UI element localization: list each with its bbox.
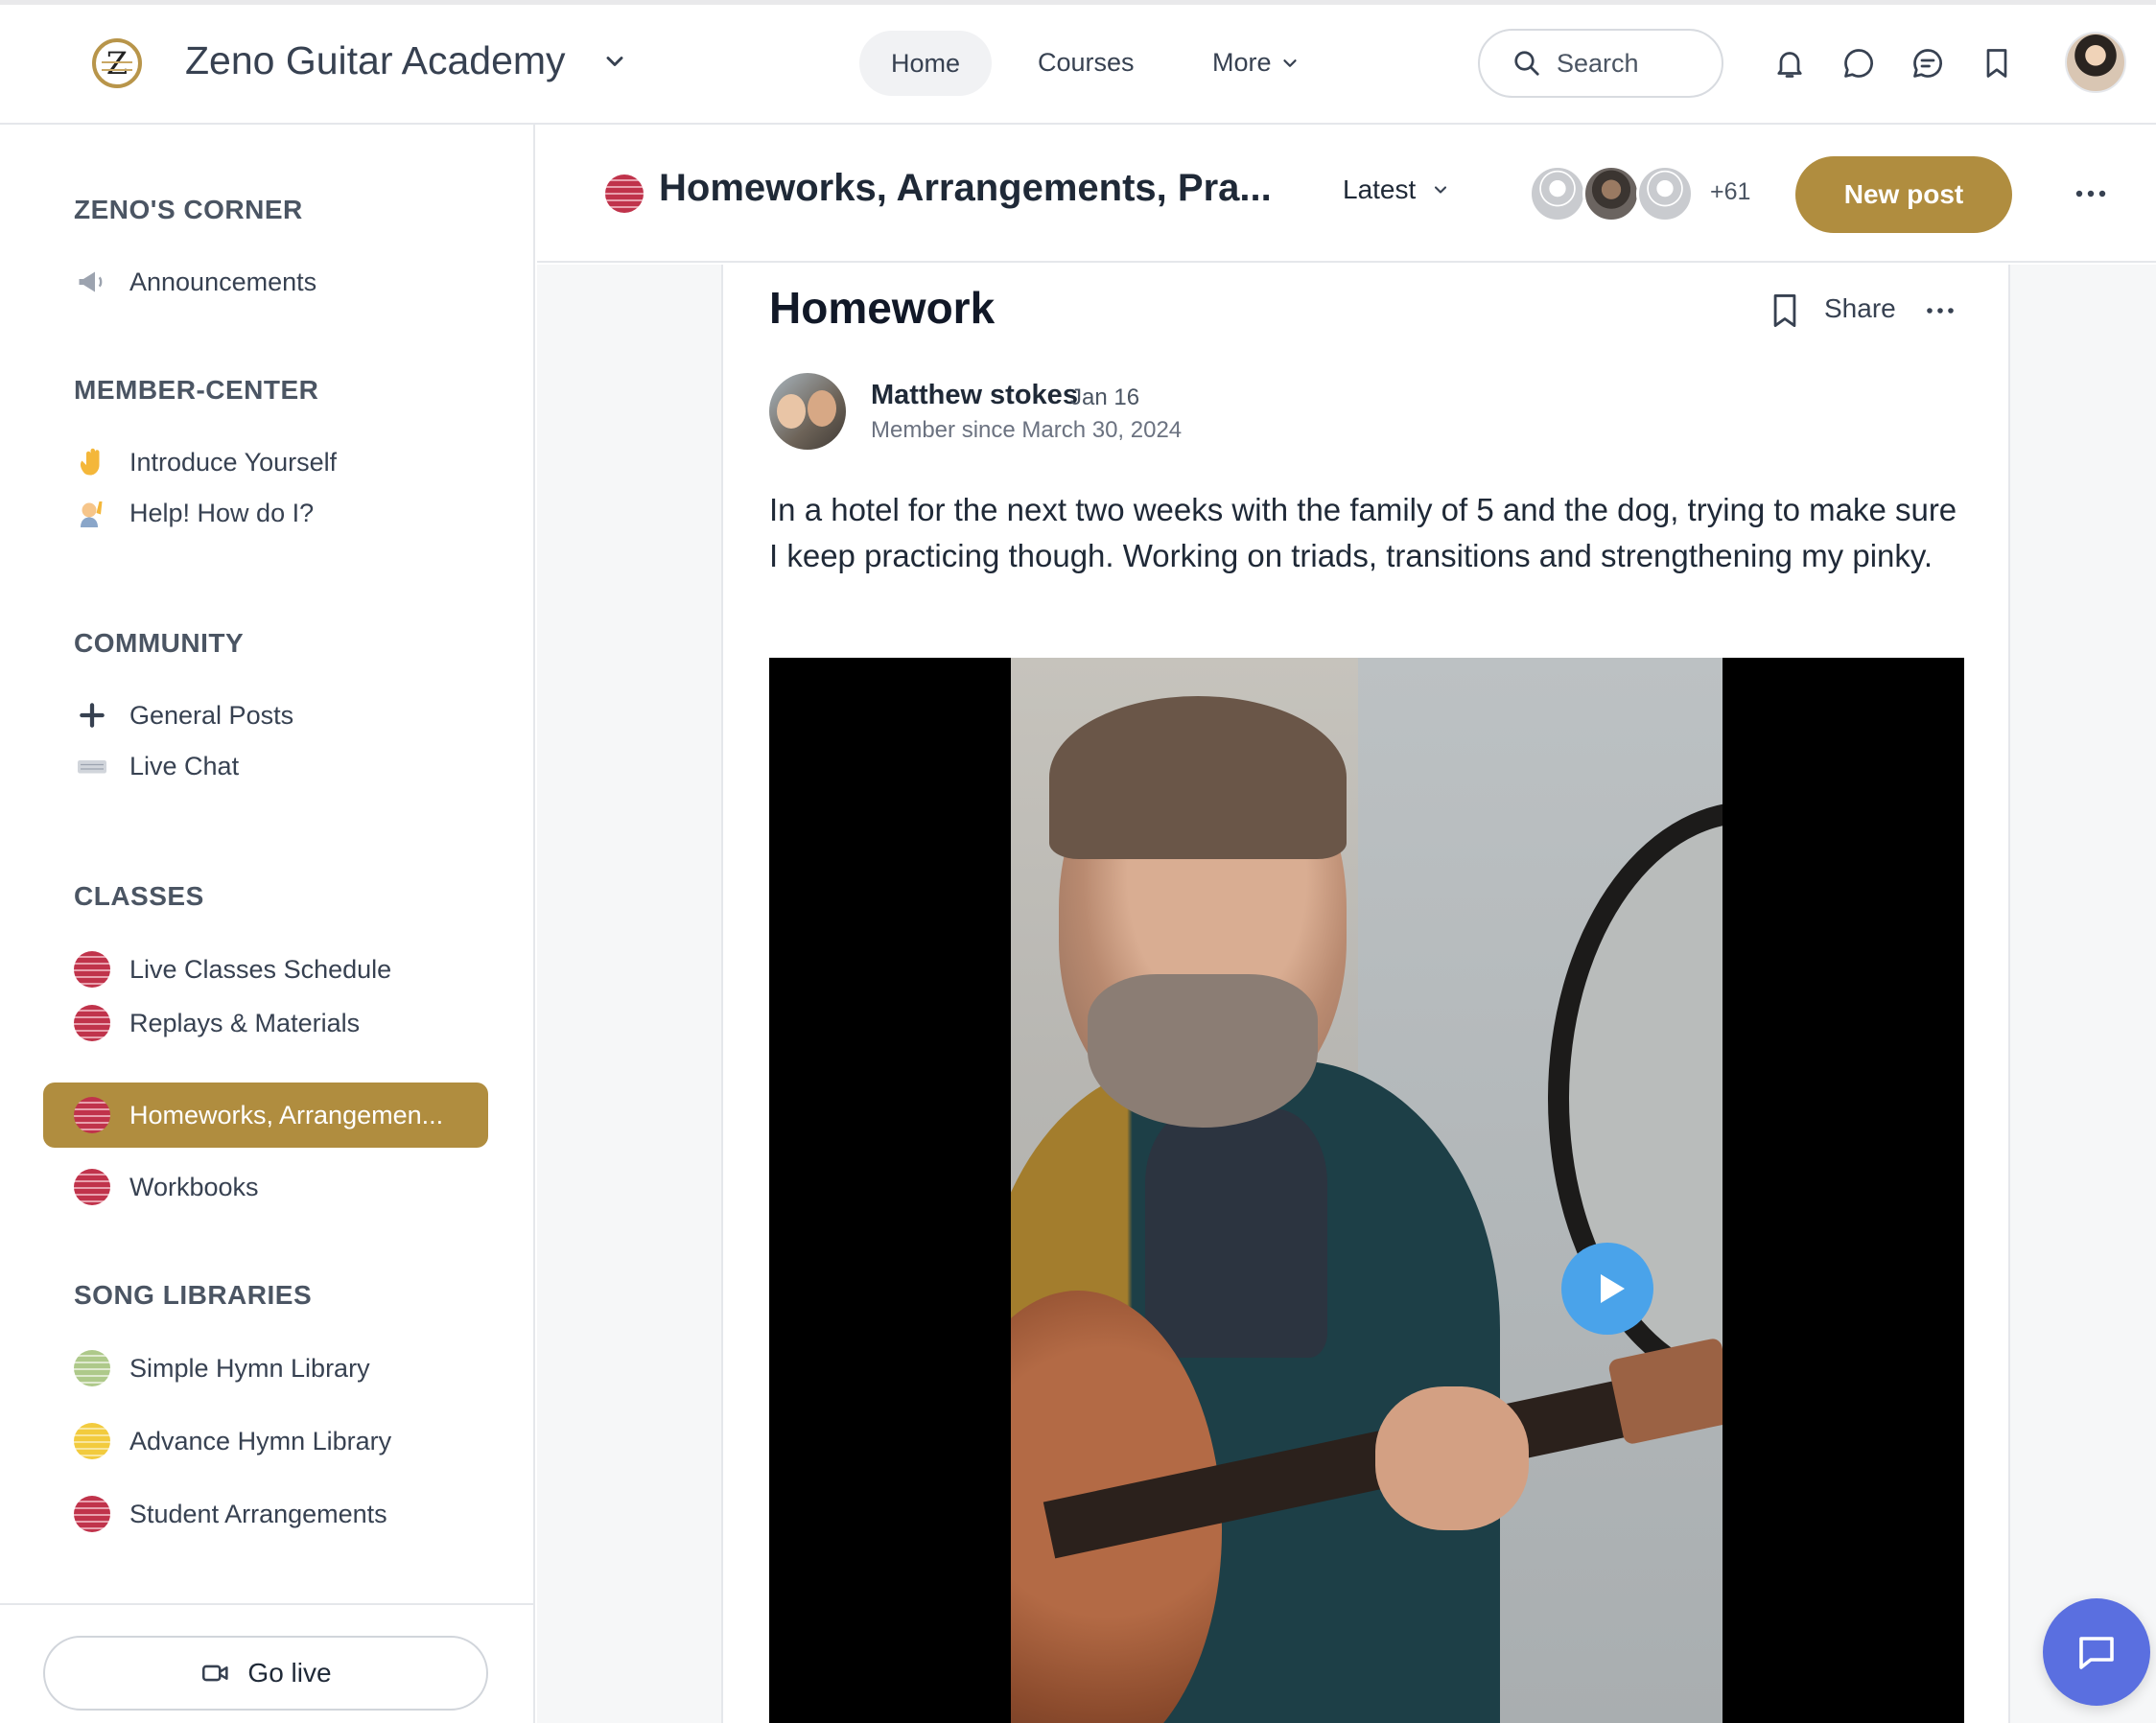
feed: Homework Share Matthew stokes Jan 16 Mem… [537,265,2156,1723]
browser-tab-strip [0,0,2156,5]
avatar [1636,165,1694,222]
sidebar-item-homeworks[interactable]: Homeworks, Arrangemen... [43,1083,488,1148]
search-button[interactable]: Search [1478,29,1723,98]
messages-icon[interactable] [1910,46,1945,81]
green-dot-icon [74,1350,110,1386]
go-live-label: Go live [247,1658,332,1688]
sidebar-item-label: Student Arrangements [129,1499,387,1528]
video-camera-icon [202,1665,229,1682]
sidebar-item-label: General Posts [129,700,294,730]
sidebar-item-label: Homeworks, Arrangemen... [129,1100,444,1129]
waving-hand-icon [74,444,110,480]
sidebar-item-simple-hymn-library[interactable]: Simple Hymn Library [43,1337,488,1400]
play-button[interactable] [1561,1243,1653,1335]
chevron-down-icon [1435,186,1447,194]
more-options-icon[interactable] [2074,180,2108,207]
sidebar-item-advance-hymn-library[interactable]: Advance Hymn Library [43,1409,488,1473]
sidebar-item-live-chat[interactable]: Live Chat [43,734,488,798]
sidebar-item-label: Live Chat [129,751,240,780]
bell-icon[interactable] [1772,46,1807,81]
space-header: Homeworks, Arrangements, Pra... Latest +… [537,125,2156,263]
chevron-down-icon [1282,58,1297,67]
sidebar-item-help[interactable]: Help! How do I? [43,481,488,545]
member-avatars[interactable] [1529,165,1694,222]
red-dot-icon [74,1169,110,1205]
plus-icon [74,697,110,733]
post-body: In a hotel for the next two weeks with t… [769,492,1957,573]
sidebar-item-student-arrangements[interactable]: Student Arrangements [43,1482,488,1546]
share-button[interactable]: Share [1824,293,1896,324]
red-dot-icon [74,1005,110,1041]
academy-logo[interactable]: Z [92,38,142,88]
sidebar-item-replays-materials[interactable]: Replays & Materials [43,991,488,1055]
sidebar-item-label: Workbooks [129,1172,259,1201]
bookmark-icon[interactable] [1769,291,1801,330]
post-date[interactable]: Jan 16 [1070,384,1139,411]
nav-more-label: More [1212,48,1272,77]
go-live-button[interactable]: Go live [43,1636,488,1711]
yellow-dot-icon [74,1423,110,1459]
keyboard-icon [74,748,110,784]
bookmark-icon[interactable] [1980,46,2014,81]
top-header: Z Zeno Guitar Academy Home Courses More … [0,0,2156,125]
post-card: Homework Share Matthew stokes Jan 16 Mem… [721,265,2010,1723]
sidebar-item-label: Simple Hymn Library [129,1353,370,1383]
sort-dropdown[interactable]: Latest [1343,175,1450,205]
sidebar-item-label: Replays & Materials [129,1008,361,1037]
section-title-community: COMMUNITY [74,628,245,658]
author-name[interactable]: Matthew stokes [871,380,1078,411]
sidebar-item-announcements[interactable]: Announcements [43,250,488,314]
search-icon [1514,51,1539,76]
member-count[interactable]: +61 [1710,178,1750,206]
author-avatar[interactable] [769,373,846,450]
sort-label: Latest [1343,175,1417,204]
raising-hand-icon [74,495,110,531]
member-since: Member since March 30, 2024 [871,417,1183,443]
post-title[interactable]: Homework [769,282,995,334]
chat-icon [2079,1637,2114,1669]
section-title-zenos-corner: ZENO'S CORNER [74,195,303,224]
chat-bubble-icon[interactable] [1841,46,1876,81]
sidebar-item-label: Help! How do I? [129,498,315,527]
section-title-song-libraries: SONG LIBRARIES [74,1280,313,1310]
section-title-member-center: MEMBER-CENTER [74,375,319,405]
nav-home[interactable]: Home [859,31,992,96]
video-player[interactable] [769,658,1964,1723]
play-icon [1601,1274,1625,1303]
chat-widget-button[interactable] [2043,1598,2150,1706]
video-frame [1011,658,1722,1723]
section-title-classes: CLASSES [74,881,204,911]
sidebar-item-label: Announcements [129,267,317,296]
user-avatar[interactable] [2065,32,2126,93]
app-title[interactable]: Zeno Guitar Academy [185,38,566,83]
sidebar-item-label: Advance Hymn Library [129,1426,392,1455]
more-options-icon[interactable] [1925,299,1956,322]
red-dot-icon [74,1496,110,1532]
megaphone-icon [74,264,110,300]
avatar [1529,165,1586,222]
red-dot-icon [605,175,644,213]
avatar [1582,165,1640,222]
sidebar-item-workbooks[interactable]: Workbooks [43,1155,488,1219]
sidebar: ZENO'S CORNER Announcements MEMBER-CENTE… [0,125,535,1723]
sidebar-item-label: Introduce Yourself [129,447,338,477]
red-dot-icon [74,951,110,988]
sidebar-divider [0,1603,533,1605]
red-dot-icon [74,1097,110,1133]
search-label: Search [1557,48,1639,78]
new-post-button[interactable]: New post [1795,156,2012,233]
chevron-down-icon[interactable] [601,48,628,75]
space-title: Homeworks, Arrangements, Pra... [659,167,1272,209]
sidebar-item-label: Live Classes Schedule [129,954,392,984]
nav-more[interactable]: More [1212,48,1301,78]
nav-courses[interactable]: Courses [1038,48,1135,78]
